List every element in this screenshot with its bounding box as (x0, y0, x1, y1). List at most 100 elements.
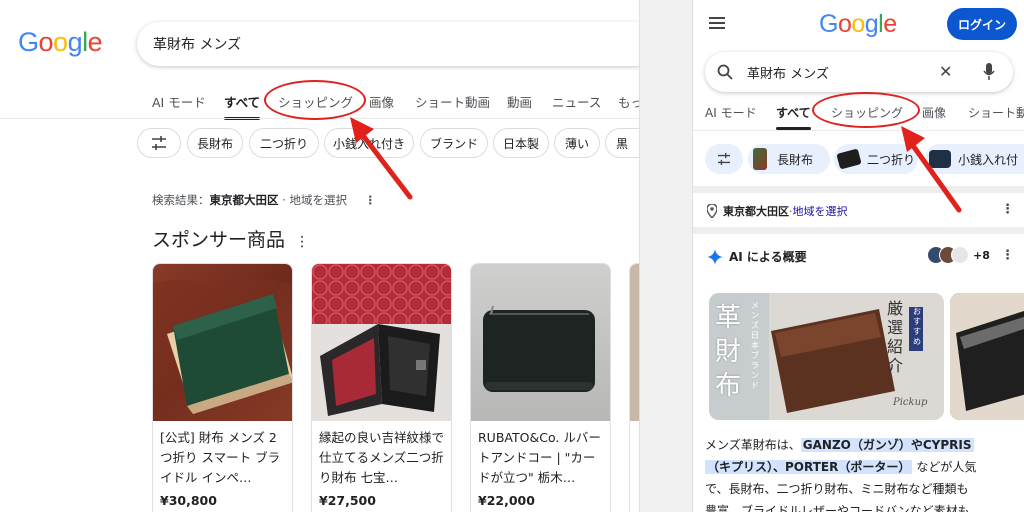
filter-chip-settings[interactable] (137, 128, 181, 158)
more-vert-icon[interactable]: ⋮ (295, 234, 309, 250)
section-divider (693, 227, 1024, 234)
mobile-search-panel: Google ログイン 革財布 メンズ ✕ AI モード すべて ショッピング … (692, 0, 1024, 512)
mic-icon[interactable] (983, 63, 995, 81)
filter-chip[interactable]: 二つ折り (249, 128, 319, 158)
search-box[interactable]: 革財布 メンズ (137, 22, 639, 66)
wallet-illustration (153, 278, 292, 421)
ai-overview-title: AI による概要 (729, 250, 807, 264)
logo-letter: e (883, 10, 897, 38)
location-prefix: 検索結果： (152, 193, 210, 207)
logo-letter: G (18, 27, 39, 57)
wallet-photo (950, 293, 1024, 420)
product-title[interactable]: [公式] 財布 メンズ 2つ折り スマート ブライドル インペ… (153, 421, 292, 488)
filter-chip[interactable]: 薄い (554, 128, 600, 158)
overview-line: で、長財布、二つ折り財布、ミニ財布など種類も (705, 482, 969, 496)
overview-text: メンズ革財布は、 (705, 438, 801, 452)
product-card[interactable]: 縁起の良い吉祥紋様で仕立てるメンズ二つ折り財布 七宝… ¥27,500 (311, 263, 452, 512)
tab-all[interactable]: すべて (224, 92, 261, 120)
product-card[interactable]: [公式] 財布 メンズ 2つ折り スマート ブライドル インペ… ¥30,800 (152, 263, 293, 512)
tab-ai-mode[interactable]: AI モード (705, 104, 757, 121)
source-avatar (951, 246, 969, 264)
ai-overview-header: AI による概要 (707, 248, 807, 265)
tab-short-videos[interactable]: ショート動 (968, 104, 1024, 121)
sponsored-title: スポンサー商品 (152, 229, 286, 251)
overview-highlight: GANZO（ガンゾ）やCYPRIS (800, 438, 974, 452)
banner-title: 革財布 (715, 303, 742, 401)
tab-all[interactable]: すべて (776, 104, 811, 130)
tune-icon (152, 136, 166, 150)
product-image (312, 264, 451, 421)
more-vert-icon[interactable]: ⋮ (1001, 202, 1014, 217)
filter-chip-settings[interactable] (705, 144, 743, 174)
tab-ai-mode[interactable]: AI モード (152, 92, 206, 111)
sponsored-heading: スポンサー商品 ⋮ (152, 225, 309, 252)
logo-letter: o (53, 27, 68, 57)
chip-thumbnail (836, 148, 862, 170)
login-button[interactable]: ログイン (947, 8, 1017, 40)
overview-line: （キプリス）、PORTER（ポーター） などが人気 (705, 456, 1024, 478)
location-line: 東京都大田区 · 地域を選択 (707, 203, 848, 219)
logo-letter: G (819, 10, 838, 38)
ai-overview-banner-2[interactable] (950, 293, 1024, 420)
chip-label: 長財布 (777, 152, 814, 167)
tab-more[interactable]: もっ (618, 92, 639, 111)
product-card[interactable] (629, 263, 639, 512)
tab-short-videos[interactable]: ショート動画 (415, 92, 490, 111)
product-title[interactable]: RUBATO&Co. ルバートアンドコー | "カードが立つ" 栃木… (471, 421, 610, 488)
overview-line: メンズ革財布は、 GANZO（ガンゾ）やCYPRIS (705, 434, 1024, 456)
annotation-arrow (350, 117, 413, 200)
location-name: 東京都大田区 (723, 205, 789, 218)
tabs-divider (693, 130, 1024, 131)
logo-letter: g (67, 27, 83, 57)
banner-right-text: 厳選紹介 (887, 299, 904, 375)
overview-line: 豊富、ブライドルレザーやコードバンなど素材も (705, 504, 970, 512)
search-tabs: AI モード すべて ショッピング 画像 ショート動画 動画 ニュース もっ (152, 92, 639, 120)
logo-letter: g (864, 10, 879, 38)
logo-letter: e (87, 27, 103, 57)
annotation-ellipse (264, 80, 366, 120)
ai-overview-text: メンズ革財布は、 GANZO（ガンゾ）やCYPRIS （キプリス）、PORTER（… (705, 434, 1024, 512)
banner-subtitle: メンズ 日本ブランド (751, 301, 759, 390)
filter-chip[interactable]: 長財布 (187, 128, 243, 158)
tab-videos[interactable]: 動画 (507, 92, 532, 111)
filter-chip[interactable]: 日本製 (493, 128, 549, 158)
logo-letter: o (837, 10, 852, 38)
location-link[interactable]: 地域を選択 (793, 203, 848, 219)
wallet-illustration (483, 305, 595, 392)
overview-text: などが人気 (916, 460, 977, 474)
filter-chip[interactable]: 黒 (605, 128, 639, 158)
google-logo[interactable]: Google (819, 10, 897, 39)
search-query[interactable]: 革財布 メンズ (747, 63, 829, 82)
annotation-arrow (901, 126, 962, 213)
product-card[interactable]: RUBATO&Co. ルバートアンドコー | "カードが立つ" 栃木… ¥22,… (470, 263, 611, 512)
wallet-illustration (312, 264, 451, 421)
location-name: 東京都大田区 (209, 193, 279, 207)
logo-letter: o (851, 10, 865, 38)
tab-news[interactable]: ニュース (552, 92, 601, 111)
annotation-ellipse (812, 92, 920, 128)
ai-source-avatars[interactable]: +8 (927, 246, 990, 264)
ai-sources-count: +8 (973, 248, 990, 262)
tab-images[interactable]: 画像 (369, 92, 394, 111)
product-price: ¥27,500 (319, 493, 376, 508)
banner-badge: おすすめ (913, 307, 921, 346)
product-image (153, 264, 292, 421)
menu-icon[interactable] (709, 17, 725, 29)
filter-chip[interactable]: ブランド (420, 128, 488, 158)
close-icon[interactable]: ✕ (939, 62, 952, 81)
search-query[interactable]: 革財布 メンズ (153, 34, 241, 54)
ai-sparkle-icon (707, 248, 723, 265)
more-vert-icon[interactable]: ⋮ (1001, 248, 1014, 263)
tab-images[interactable]: 画像 (922, 104, 946, 121)
logo-letter: o (38, 27, 54, 57)
filter-chip[interactable]: 長財布 (748, 144, 830, 174)
location-link[interactable]: · 地域を選択 (282, 193, 347, 207)
tune-icon (718, 153, 730, 165)
product-title[interactable]: 縁起の良い吉祥紋様で仕立てるメンズ二つ折り財布 七宝… (312, 421, 451, 488)
product-image (630, 264, 639, 421)
overview-highlight: （キプリス）、PORTER（ポーター） (705, 460, 913, 474)
search-box[interactable]: 革財布 メンズ ✕ (705, 52, 1013, 92)
ai-overview-banner[interactable]: 革財布 メンズ 日本ブランド 厳選紹介 おすすめ Pickup (709, 293, 944, 420)
search-icon (717, 64, 733, 80)
google-logo[interactable]: Google (18, 27, 103, 58)
